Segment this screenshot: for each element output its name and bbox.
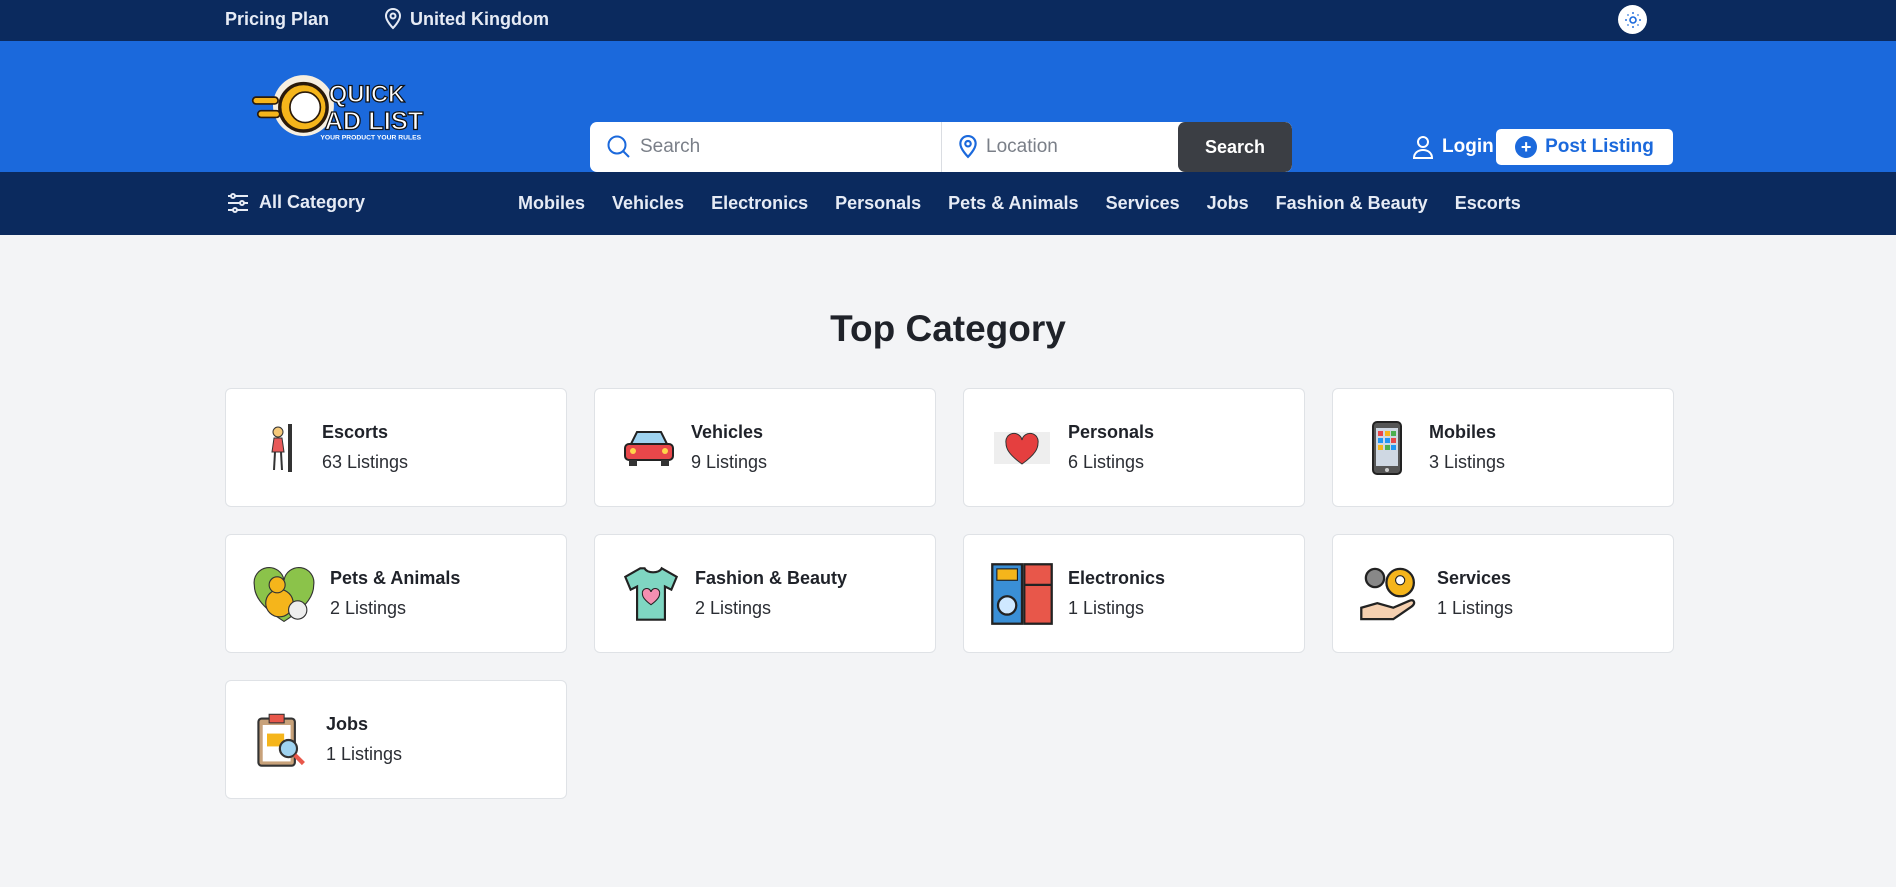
category-count: 1 Listings — [1068, 598, 1145, 618]
page-title: Top Category — [830, 308, 1066, 349]
category-card-escorts[interactable]: Escorts 63 Listings — [225, 388, 567, 507]
category-name: Vehicles — [691, 422, 764, 442]
escort-icon — [271, 423, 292, 472]
nav-item-services[interactable]: Services — [1106, 193, 1180, 214]
map-pin-icon — [384, 8, 402, 30]
nav-item-vehicles[interactable]: Vehicles — [612, 193, 684, 214]
all-category-menu[interactable]: All Category — [227, 192, 365, 213]
location-placeholder: Location — [986, 136, 1058, 157]
category-card-electronics[interactable]: Electronics 1 Listings — [963, 534, 1305, 653]
category-card-services[interactable]: Services 1 Listings — [1332, 534, 1674, 653]
category-card-jobs[interactable]: Jobs 1 Listings — [225, 680, 567, 799]
sun-icon — [1624, 11, 1641, 28]
header: QUICK AD LIST YOUR PRODUCT YOUR RULES Se… — [0, 41, 1896, 172]
svg-text:AD LIST: AD LIST — [325, 107, 424, 135]
quick-ad-list-logo[interactable]: QUICK AD LIST YOUR PRODUCT YOUR RULES — [225, 65, 475, 175]
category-name: Mobiles — [1429, 422, 1497, 442]
post-listing-label: Post Listing — [1545, 136, 1654, 157]
user-icon — [1412, 136, 1434, 159]
search-input[interactable]: Search — [590, 122, 942, 172]
login-link[interactable]: Login — [1412, 135, 1494, 159]
category-name: Fashion & Beauty — [695, 568, 848, 588]
location-selector[interactable]: United Kingdom — [384, 8, 549, 30]
car-icon — [624, 430, 674, 466]
nav-item-pets-animals[interactable]: Pets & Animals — [948, 193, 1078, 214]
nav-item-personals[interactable]: Personals — [835, 193, 921, 214]
location-input[interactable]: Location — [942, 122, 1178, 172]
search-icon — [607, 135, 630, 158]
tshirt-icon — [623, 566, 679, 621]
top-bar: Pricing Plan United Kingdom — [0, 0, 1896, 41]
sliders-icon — [228, 192, 248, 213]
appliances-icon — [991, 562, 1053, 625]
category-name: Electronics — [1068, 568, 1166, 588]
heart-icon — [994, 431, 1050, 465]
nav-item-mobiles[interactable]: Mobiles — [518, 193, 585, 214]
nav-item-electronics[interactable]: Electronics — [711, 193, 808, 214]
phone-icon — [1372, 420, 1402, 475]
category-name: Services — [1437, 568, 1512, 588]
category-name: Pets & Animals — [330, 568, 461, 588]
location-label: United Kingdom — [410, 8, 549, 29]
search-placeholder: Search — [640, 136, 701, 157]
category-count: 63 Listings — [322, 452, 409, 472]
category-count: 6 Listings — [1068, 452, 1145, 472]
map-pin-icon — [959, 135, 977, 159]
theme-toggle-button[interactable] — [1618, 5, 1647, 34]
category-count: 2 Listings — [330, 598, 407, 618]
login-label: Login — [1442, 136, 1494, 157]
category-grid: Escorts 63 Listings Vehicles 9 Listings Pe… — [225, 388, 1674, 799]
jobs-icon — [257, 713, 305, 767]
search-button[interactable]: Search — [1178, 122, 1292, 172]
category-count: 1 Listings — [1437, 598, 1514, 618]
category-count: 3 Listings — [1429, 452, 1506, 472]
nav-item-jobs[interactable]: Jobs — [1207, 193, 1249, 214]
svg-text:YOUR PRODUCT YOUR RULES: YOUR PRODUCT YOUR RULES — [320, 134, 421, 141]
svg-text:QUICK: QUICK — [329, 82, 405, 108]
category-name: Escorts — [322, 422, 389, 442]
category-nav: All Category Mobiles Vehicles Electronic… — [0, 172, 1896, 235]
all-category-label: All Category — [259, 192, 366, 212]
category-card-pets-animals[interactable]: Pets & Animals 2 Listings — [225, 534, 567, 653]
category-card-vehicles[interactable]: Vehicles 9 Listings — [594, 388, 936, 507]
category-name: Personals — [1068, 422, 1155, 442]
category-card-personals[interactable]: Personals 6 Listings — [963, 388, 1305, 507]
category-count: 9 Listings — [691, 452, 768, 472]
post-listing-button[interactable]: + Post Listing — [1496, 129, 1673, 165]
search-bar: Search Location Search — [590, 122, 1292, 172]
category-count: 2 Listings — [695, 598, 772, 618]
pets-icon — [253, 566, 315, 622]
nav-item-fashion-beauty[interactable]: Fashion & Beauty — [1276, 193, 1428, 214]
category-card-fashion-beauty[interactable]: Fashion & Beauty 2 Listings — [594, 534, 936, 653]
nav-item-escorts[interactable]: Escorts — [1455, 193, 1521, 214]
plus-icon: + — [1515, 136, 1538, 158]
category-count: 1 Listings — [326, 744, 403, 764]
category-name: Jobs — [326, 714, 369, 734]
pricing-plan-link[interactable]: Pricing Plan — [225, 9, 329, 30]
category-card-mobiles[interactable]: Mobiles 3 Listings — [1332, 388, 1674, 507]
services-icon — [1360, 567, 1416, 620]
